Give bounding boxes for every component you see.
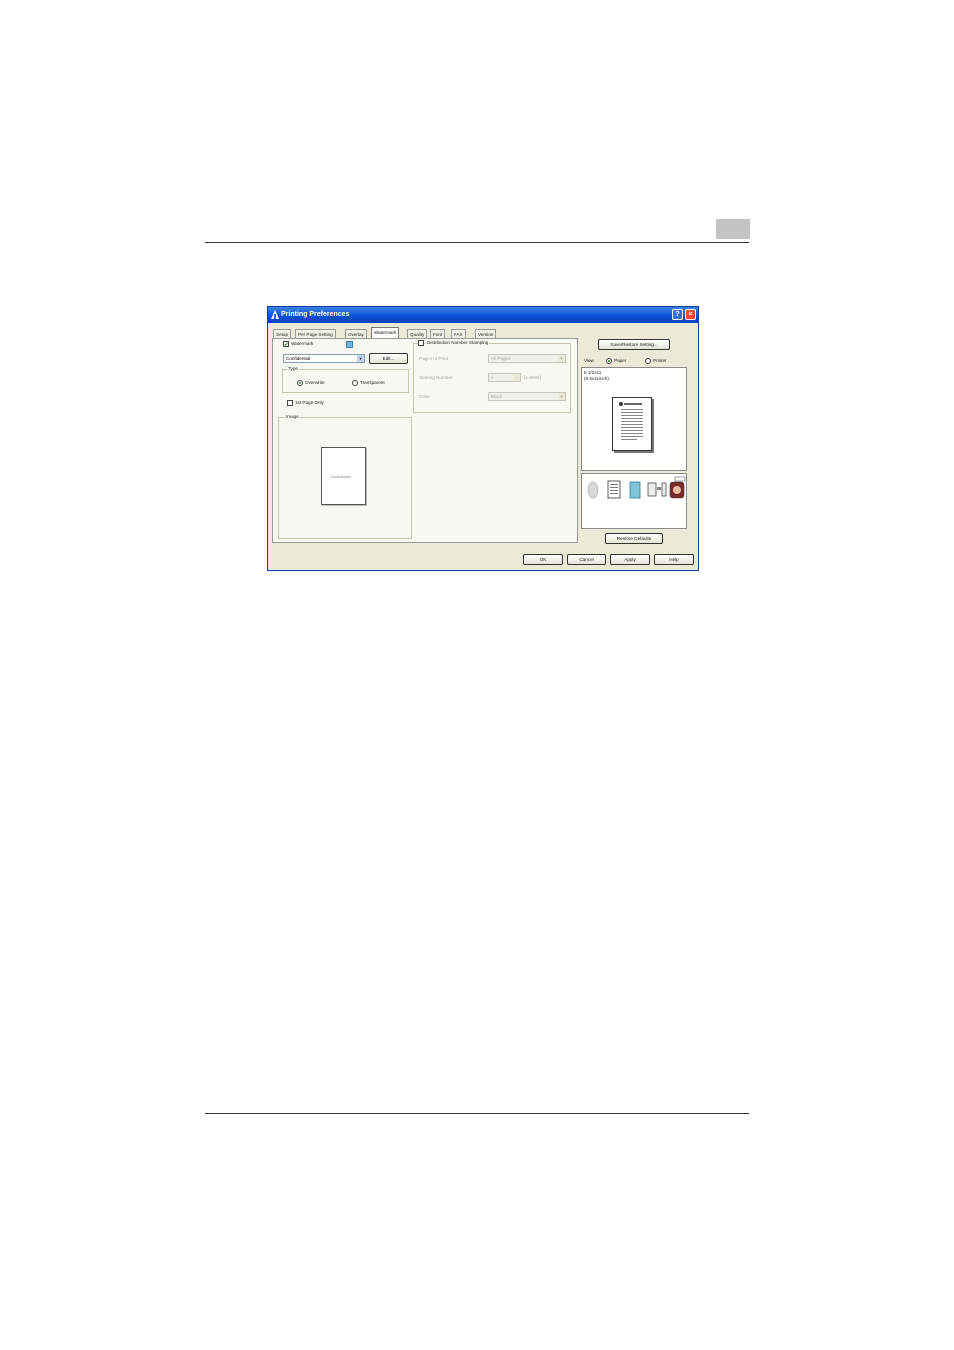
watermark-preview-page: Confidential xyxy=(321,447,366,505)
first-page-only-label: 1st Page Only xyxy=(295,400,324,405)
close-title-button[interactable]: × xyxy=(685,309,696,320)
starting-number-value: 1 xyxy=(491,375,494,380)
view-paper-label: Paper xyxy=(614,358,627,363)
image-label: Image xyxy=(285,414,300,420)
header-rule xyxy=(205,242,749,243)
chevron-down-icon: ▼ xyxy=(357,355,364,362)
document-lines-icon xyxy=(619,402,643,440)
watermark-select-value: Confidential xyxy=(286,356,311,361)
printer-app-icon xyxy=(271,310,279,319)
color-select[interactable]: Black ▼ xyxy=(488,392,566,401)
overwrite-label: Overwrite xyxy=(305,380,325,385)
starting-number-input[interactable]: 1 ↕ xyxy=(488,373,521,382)
chevron-down-icon: ▼ xyxy=(558,393,565,400)
watermark-preview-text: Confidential xyxy=(330,474,352,479)
tab-per-page-setting[interactable]: Per Page Setting xyxy=(295,329,336,338)
distribution-label: Distribution Number Stamping xyxy=(426,340,490,346)
spinner-icon: ↕ xyxy=(513,374,520,381)
tab-fax[interactable]: FAX xyxy=(451,329,466,338)
starting-number-range: [1-9999] xyxy=(524,375,541,380)
paper-size-inches: (8.5x11inch) xyxy=(584,376,609,381)
first-page-only-checkbox[interactable] xyxy=(287,400,293,406)
restore-defaults-button[interactable]: Restore Defaults xyxy=(605,533,663,544)
printing-preferences-dialog: Printing Preferences ? × Setup Per Page … xyxy=(267,306,699,571)
view-printer-radio[interactable] xyxy=(645,358,651,364)
footer-rule xyxy=(205,1113,749,1114)
edit-button[interactable]: Edit... xyxy=(369,353,408,364)
watermark-info-icon[interactable] xyxy=(346,341,353,348)
title-bar[interactable]: Printing Preferences ? × xyxy=(268,307,698,323)
pages-to-print-label: Pages to Print xyxy=(419,356,448,361)
question-icon: ? xyxy=(675,311,680,318)
tab-watermark[interactable]: Watermark xyxy=(371,327,400,338)
transparent-label: Transparent xyxy=(360,380,385,385)
tab-font[interactable]: Font xyxy=(430,329,446,338)
help-title-button[interactable]: ? xyxy=(672,309,683,320)
apply-button[interactable]: Apply xyxy=(610,554,650,565)
check-icon xyxy=(284,342,288,346)
tab-version[interactable]: Version xyxy=(475,329,497,338)
distribution-checkbox[interactable] xyxy=(418,340,424,346)
starting-number-label: Starting Number xyxy=(419,375,453,380)
overwrite-radio[interactable] xyxy=(297,380,303,386)
chapter-tab-marker xyxy=(716,219,750,239)
pages-to-print-select[interactable]: All Pages ▼ xyxy=(488,354,566,363)
view-label: View xyxy=(584,358,594,363)
tab-setup[interactable]: Setup xyxy=(273,329,292,338)
tab-quality[interactable]: Quality xyxy=(407,329,428,338)
close-icon: × xyxy=(688,311,693,318)
watermark-checkbox[interactable] xyxy=(283,341,289,347)
cancel-button[interactable]: Cancel xyxy=(567,554,606,565)
help-button[interactable]: Help xyxy=(654,554,694,565)
transparent-radio[interactable] xyxy=(352,380,358,386)
view-printer-label: Printer xyxy=(653,358,667,363)
tab-overlay[interactable]: Overlay xyxy=(345,329,367,338)
pages-to-print-value: All Pages xyxy=(491,356,511,361)
paper-preview-page xyxy=(612,397,652,451)
device-options-icons xyxy=(587,476,686,499)
watermark-select[interactable]: Confidential ▼ xyxy=(283,354,365,363)
view-paper-radio[interactable] xyxy=(606,358,612,364)
color-label: Color xyxy=(419,394,430,399)
chevron-down-icon: ▼ xyxy=(558,355,565,362)
paper-preview-box: 8 1/2x11 (8.5x11inch) xyxy=(581,367,687,471)
color-value: Black xyxy=(491,394,503,399)
dialog-title: Printing Preferences xyxy=(281,311,350,318)
device-preview-box xyxy=(581,473,687,529)
ok-button[interactable]: OK xyxy=(523,554,563,565)
type-label: Type xyxy=(287,366,299,372)
save-restore-setting-button[interactable]: Save/Restore Setting... xyxy=(598,339,670,350)
watermark-label: Watermark xyxy=(291,341,314,346)
